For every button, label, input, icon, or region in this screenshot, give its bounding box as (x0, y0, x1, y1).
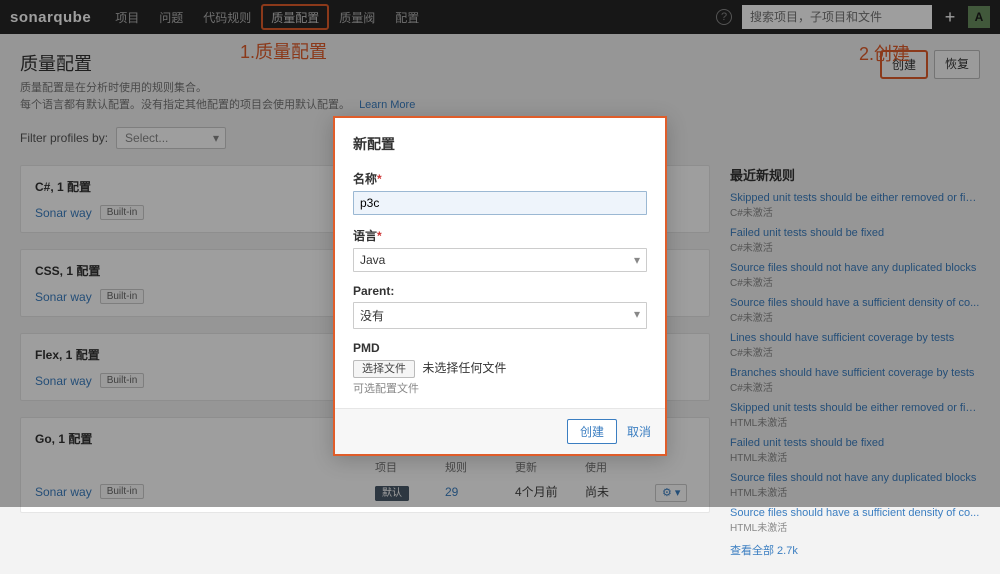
lang-select[interactable]: Java (353, 248, 647, 272)
name-label: 名称* (353, 170, 647, 187)
file-hint: 可选配置文件 (353, 380, 647, 396)
pmd-label: PMD (353, 341, 647, 355)
rule-status: HTML未激活 (730, 519, 980, 534)
modal-title: 新配置 (353, 134, 647, 154)
parent-select[interactable]: 没有 (353, 302, 647, 329)
create-profile-modal: 新配置 名称* 语言* Java Parent: 没有 PMD 选择文件 未选择… (333, 116, 667, 456)
rule-item: Source files should have a sufficient de… (730, 507, 980, 534)
rule-link[interactable]: Source files should have a sufficient de… (730, 507, 980, 519)
view-all-link[interactable]: 查看全部 2.7k (730, 545, 798, 557)
parent-label: Parent: (353, 284, 647, 298)
file-status-text: 未选择任何文件 (422, 361, 506, 375)
modal-cancel-link[interactable]: 取消 (627, 423, 651, 440)
modal-submit-button[interactable]: 创建 (567, 419, 617, 444)
lang-label: 语言* (353, 227, 647, 244)
choose-file-button[interactable]: 选择文件 (353, 360, 415, 378)
name-input[interactable] (353, 191, 647, 215)
